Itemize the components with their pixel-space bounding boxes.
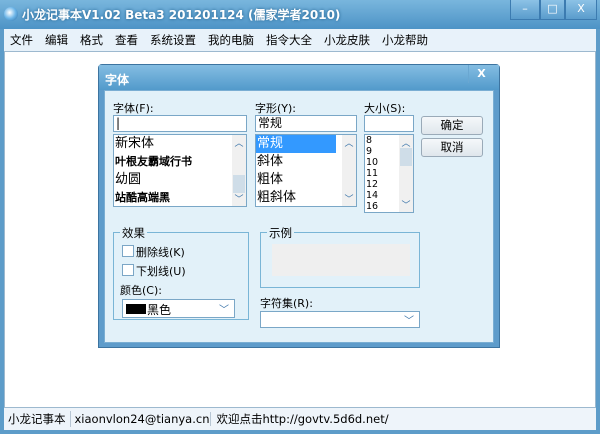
menu-edit[interactable]: 编辑 <box>39 32 74 48</box>
font-label: 字体(F): <box>113 102 154 115</box>
font-option[interactable]: 新宋体 <box>114 135 246 153</box>
minimize-button[interactable]: – <box>510 0 540 20</box>
effects-title: 效果 <box>120 225 147 241</box>
scroll-up-icon[interactable]: ︿ <box>342 136 356 149</box>
font-option[interactable]: 叶根友霸域行书 <box>114 153 246 171</box>
font-input[interactable]: | <box>113 115 247 132</box>
sample-title: 示例 <box>267 225 294 241</box>
status-email: xiaonvlon24@tianya.cn <box>71 412 211 426</box>
font-list-scrollbar[interactable]: ︿ ﹀ <box>232 135 246 206</box>
status-link[interactable]: 欢迎点击http://govtv.5d6d.net/ <box>211 411 393 427</box>
style-option[interactable]: 粗斜体 <box>256 189 356 206</box>
style-option-selected[interactable]: 常规 <box>256 135 336 153</box>
size-label: 大小(S): <box>364 102 406 115</box>
color-swatch <box>126 304 146 314</box>
underline-checkbox[interactable] <box>122 264 134 276</box>
scroll-down-icon[interactable]: ﹀ <box>232 192 246 205</box>
effects-group: 效果 删除线(K) 下划线(U) 颜色(C): 黑色 ﹀ <box>113 225 249 320</box>
strikeout-checkbox[interactable] <box>122 245 134 257</box>
font-option[interactable]: 站酷高端黑 <box>114 189 246 206</box>
sample-preview <box>272 244 410 276</box>
style-list[interactable]: 常规 斜体 粗体 粗斜体 ︿ ﹀ <box>255 134 357 207</box>
font-option[interactable]: 幼圆 <box>114 171 246 189</box>
close-button[interactable]: X <box>565 0 597 20</box>
menu-help[interactable]: 小龙帮助 <box>376 32 434 48</box>
color-select[interactable]: 黑色 ﹀ <box>122 299 235 318</box>
sample-group: 示例 <box>260 225 420 288</box>
menu-view[interactable]: 查看 <box>109 32 144 48</box>
ok-button[interactable]: 确定 <box>421 116 483 135</box>
menu-my-computer[interactable]: 我的电脑 <box>202 32 260 48</box>
window-title: 小龙记事本V1.02 Beta3 201201124 (儒家学者2010) <box>22 8 341 22</box>
charset-select[interactable]: ﹀ <box>260 311 420 328</box>
size-list[interactable]: 8 9 10 11 12 14 16 ︿ ﹀ <box>364 134 414 213</box>
chevron-down-icon[interactable]: ﹀ <box>404 312 414 327</box>
title-bar: 小龙记事本V1.02 Beta3 201201124 (儒家学者2010) – … <box>0 0 600 29</box>
status-app-name: 小龙记事本 <box>4 411 71 427</box>
strikeout-label: 删除线(K) <box>136 246 185 259</box>
dialog-title: 字体 <box>105 73 130 87</box>
status-bar: 小龙记事本 xiaonvlon24@tianya.cn 欢迎点击http://g… <box>4 408 596 430</box>
menu-file[interactable]: 文件 <box>4 32 39 48</box>
font-dialog: 字体 X 字体(F): | 新宋体 叶根友霸域行书 幼圆 站酷高端黑 ︿ ﹀ 字形… <box>98 64 500 348</box>
charset-label: 字符集(R): <box>260 297 313 310</box>
dialog-body: 字体(F): | 新宋体 叶根友霸域行书 幼圆 站酷高端黑 ︿ ﹀ 字形(Y): … <box>104 90 494 343</box>
underline-label: 下划线(U) <box>136 265 186 278</box>
color-value: 黑色 <box>147 303 172 317</box>
font-list[interactable]: 新宋体 叶根友霸域行书 幼圆 站酷高端黑 ︿ ﹀ <box>113 134 247 207</box>
style-label: 字形(Y): <box>255 102 297 115</box>
dialog-title-bar: 字体 X <box>99 65 499 90</box>
style-option[interactable]: 粗体 <box>256 171 356 189</box>
style-input[interactable]: 常规 <box>255 115 357 132</box>
size-input[interactable] <box>364 115 414 132</box>
color-label: 颜色(C): <box>120 284 162 297</box>
menu-bar: 文件 编辑 格式 查看 系统设置 我的电脑 指令大全 小龙皮肤 小龙帮助 <box>4 29 596 51</box>
dialog-close-button[interactable]: X <box>468 65 494 83</box>
style-list-scrollbar[interactable]: ︿ ﹀ <box>342 135 356 206</box>
cancel-button[interactable]: 取消 <box>421 138 483 157</box>
maximize-button[interactable]: □ <box>540 0 565 20</box>
scroll-up-icon[interactable]: ︿ <box>232 136 246 149</box>
menu-format[interactable]: 格式 <box>74 32 109 48</box>
size-list-scrollbar[interactable]: ︿ ﹀ <box>399 135 413 212</box>
menu-commands[interactable]: 指令大全 <box>260 32 318 48</box>
scroll-down-icon[interactable]: ﹀ <box>399 198 413 211</box>
app-icon <box>4 7 18 21</box>
scroll-down-icon[interactable]: ﹀ <box>342 192 356 205</box>
chevron-down-icon[interactable]: ﹀ <box>219 301 229 316</box>
menu-skins[interactable]: 小龙皮肤 <box>318 32 376 48</box>
style-option[interactable]: 斜体 <box>256 153 356 171</box>
menu-settings[interactable]: 系统设置 <box>144 32 202 48</box>
